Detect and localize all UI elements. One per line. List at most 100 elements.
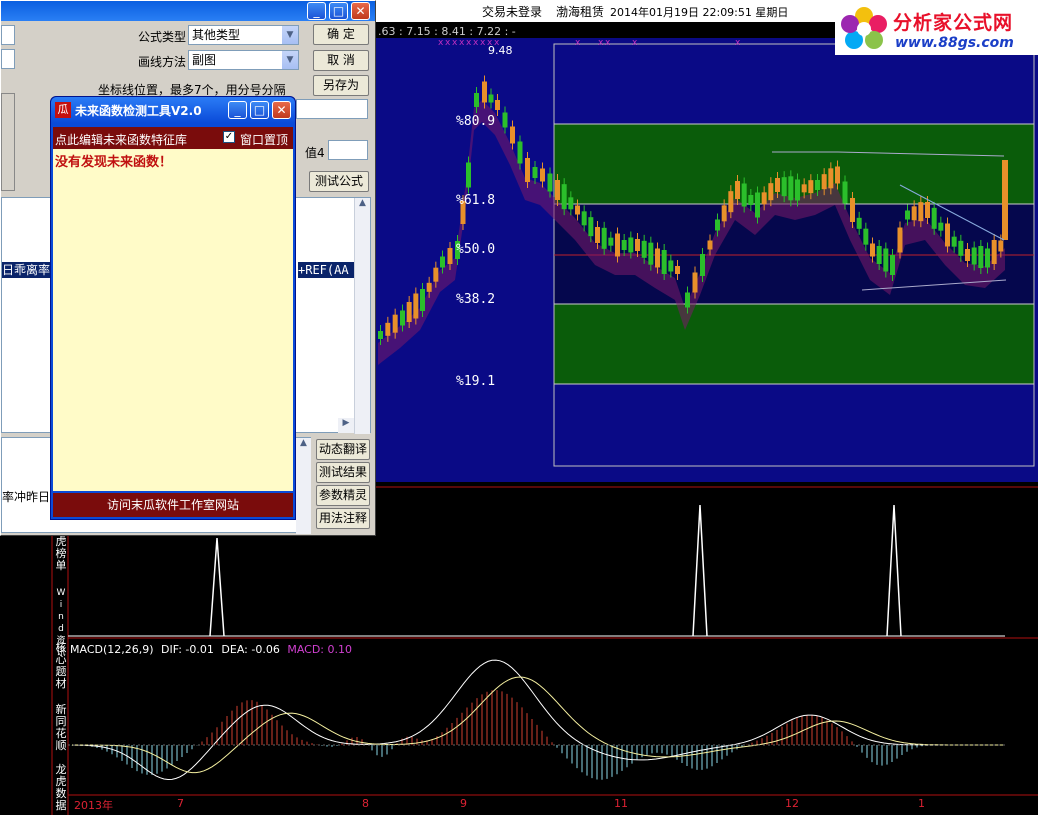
macd-dif: DIF: -0.01 [161,643,214,656]
vertical-scrollbar[interactable]: ▲ [354,198,370,434]
value4-input[interactable] [328,140,368,160]
visit-website-link[interactable]: 访问末瓜软件工作室网站 [53,493,293,517]
marker: x [575,38,581,48]
axis-label-7: 7 [177,797,184,810]
candle-body [568,197,574,210]
side-label-lhb[interactable]: 虎榜单 [54,536,68,576]
candle-body [918,202,924,222]
candle-body [555,180,560,200]
scroll-up-icon[interactable]: ▲ [296,438,311,448]
formula-type-select[interactable]: 其他类型 ▼ [188,25,299,45]
fib-label-19: %19.1 [456,374,496,389]
candle-body [985,248,990,268]
usage-notes-button[interactable]: 用法注释 [316,508,370,529]
candle-body [635,239,640,251]
candle-body [788,176,794,201]
candle-body [775,178,780,192]
side-label-core[interactable]: 核心题材 [54,642,68,692]
candle-body [925,202,930,218]
side-label-ths[interactable]: 新同花顺 [54,704,68,754]
result-message: 没有发现未来函数！ [55,155,173,170]
candle-body [385,322,391,336]
candle-body [621,240,627,250]
name-field-edge[interactable] [1,25,15,45]
param-wizard-button[interactable]: 参数精灵 [316,485,370,506]
cancel-button[interactable]: 取 消 [313,50,369,71]
marker: x [735,38,741,48]
candle-body [808,180,814,194]
candle-body [413,293,419,319]
marker: x [452,38,458,48]
flower-logo-icon [841,7,887,49]
candle-body [965,249,970,261]
candle-body [655,248,660,268]
candle-body [850,198,855,222]
pin-label: 窗口置顶 [240,133,289,147]
candle-body [768,183,774,201]
candle-body [482,81,487,103]
close-icon[interactable]: ✕ [351,2,370,20]
candle-body [707,240,713,250]
password-field-edge[interactable] [1,49,15,69]
dynamic-translate-button[interactable]: 动态翻译 [316,439,370,460]
pin-checkbox[interactable]: ✓ [223,131,235,143]
scroll-right-icon[interactable]: ▶ [338,418,354,433]
candle-body [911,206,917,221]
candle-body [938,222,944,231]
edit-feature-lib-link[interactable]: 点此编辑未来函数特征库 [55,131,187,148]
future-function-tool-window[interactable]: 瓜 未来函数检测工具V2.0 _ □ ✕ 点此编辑未来函数特征库 ✓ 窗口置顶 … [50,96,296,520]
maximize-icon[interactable]: □ [250,101,269,119]
coords-input[interactable] [296,99,368,119]
candle-body [715,219,720,231]
chevron-down-icon[interactable]: ▼ [282,26,298,44]
side-label-wind[interactable]: Wind资讯 [54,587,68,658]
side-label-lhsj[interactable]: 龙虎数据 [54,764,68,814]
candle-body [474,93,479,107]
axis-label-8: 8 [362,797,369,810]
price-readout: .63 : 7.15 : 8.41 : 7.22 : - [378,25,516,38]
candle-body [561,184,567,210]
candle-body [735,181,740,199]
minimize-icon[interactable]: _ [228,101,247,119]
test-result-button[interactable]: 测试结果 [316,462,370,483]
candle-body [755,192,760,218]
test-formula-button[interactable]: 测试公式 [309,171,369,192]
candle-body [628,237,634,253]
candle-body [595,227,600,243]
save-as-button[interactable]: 另存为 [313,75,369,96]
ok-button[interactable]: 确 定 [313,24,369,45]
maximize-icon[interactable]: □ [329,2,348,20]
candle-body [495,100,500,110]
code-selection-right: +REF(AA [298,262,356,278]
draw-method-select[interactable]: 副图 ▼ [188,50,299,70]
candle-body [675,266,680,274]
candle-body [517,141,523,164]
fib-label-50: %50.0 [456,242,496,257]
draw-method-label: 画线方法 [138,55,187,69]
candle-body [588,217,594,237]
marker: x [632,38,638,48]
candle-body [378,331,383,339]
candle-body [532,167,538,178]
value4-label: 值4 [305,146,325,160]
tool-title: 未来函数检测工具V2.0 [75,104,202,118]
axis-label-9: 9 [460,797,467,810]
marker: x [466,38,472,48]
tool-subheader[interactable]: 点此编辑未来函数特征库 ✓ 窗口置顶 [53,127,293,149]
candle-body [870,243,875,257]
output-scrollbar[interactable]: ▲ [296,438,311,534]
fib-label-80: %80.9 [456,114,496,129]
candle-body [540,168,545,182]
minimize-icon[interactable]: _ [307,2,326,20]
candle-body [951,236,957,247]
last-candle [1002,160,1008,240]
candle-body [581,211,587,226]
candle-body [728,191,734,213]
candle-body [748,195,754,205]
marker: x [598,38,604,48]
scroll-up-icon[interactable]: ▲ [355,198,370,214]
chevron-down-icon[interactable]: ▼ [282,51,298,69]
close-icon[interactable]: ✕ [272,101,291,119]
candle-body [692,272,698,293]
logo-name: 分析家公式网 [893,12,1014,34]
